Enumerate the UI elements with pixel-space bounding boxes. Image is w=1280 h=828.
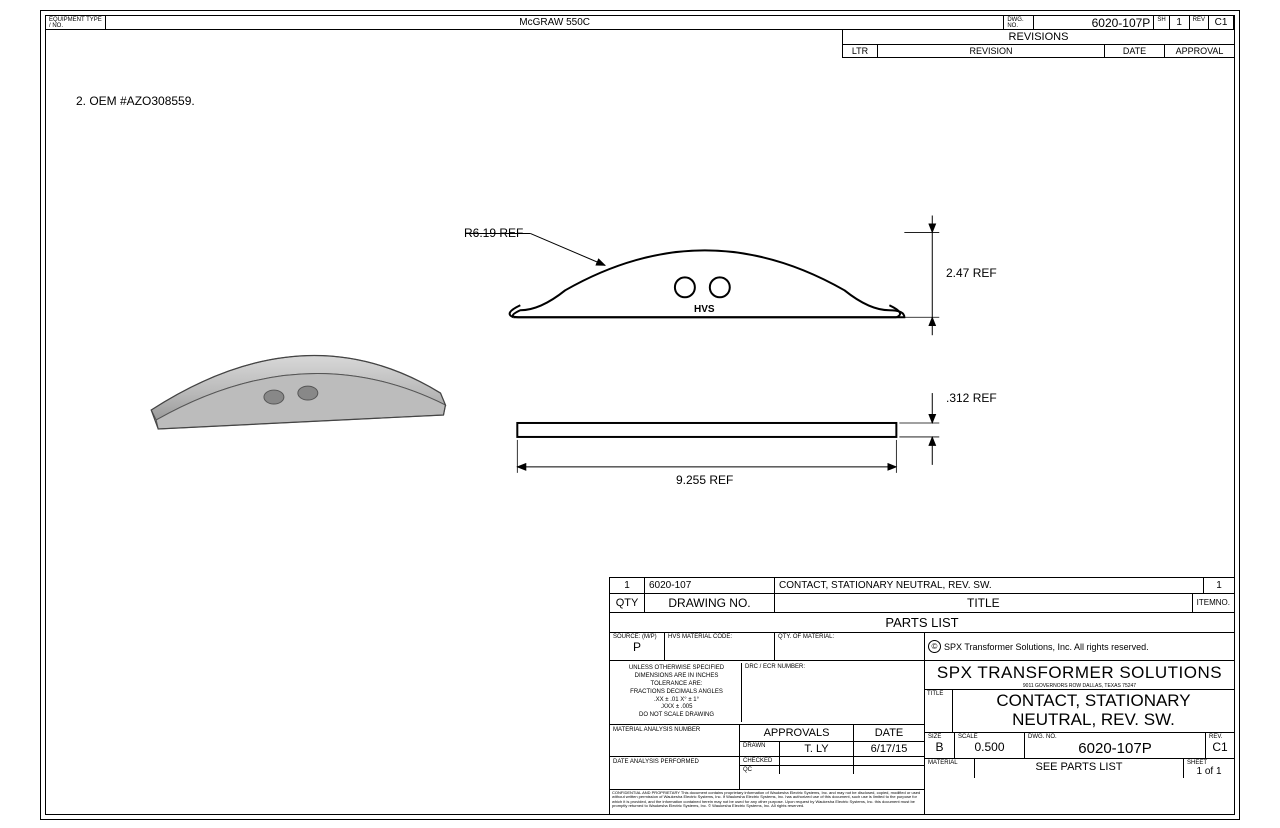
tolerance-box: UNLESS OTHERWISE SPECIFIED DIMENSIONS AR…: [612, 663, 742, 722]
qc-label: QC: [740, 766, 780, 774]
title-block-right-col: SPX TRANSFORMER SOLUTIONS 9011 GOVERNORS…: [925, 661, 1234, 814]
approvals-header: APPROVALS: [740, 725, 854, 741]
height-dimension: [904, 216, 939, 336]
parts-list-header: QTY DRAWING NO. TITLE ITEMNO.: [610, 594, 1234, 613]
drawing-sheet-inner: EQUIPMENT TYPE / NO. McGRAW 550C DWG. NO…: [45, 15, 1235, 815]
material-row: MATERIAL SEE PARTS LIST SHEET1 of 1: [925, 759, 1234, 778]
drawing-id-row: SIZEB SCALE0.500 DWG. NO.6020-107P REV.C…: [925, 733, 1234, 759]
parts-drawing-no: 6020-107: [645, 578, 775, 594]
drawing-sheet-outer: EQUIPMENT TYPE / NO. McGRAW 550C DWG. NO…: [40, 10, 1240, 820]
date-analysis-label: DATE ANALYSIS PERFORMED: [610, 757, 740, 789]
drawn-name: T. LY: [780, 742, 854, 756]
sheet-cell: SHEET1 of 1: [1184, 759, 1234, 778]
parts-list-row: 1 6020-107 CONTACT, STATIONARY NEUTRAL, …: [610, 578, 1234, 594]
proprietary-notice: CONFIDENTIAL AND PROPRIETARY This docume…: [610, 790, 925, 814]
approvals-date-header: DATE: [854, 725, 924, 741]
material-label: MATERIAL: [925, 759, 975, 778]
drc-ecr-box: DRC / ECR NUMBER:: [742, 663, 922, 722]
material-analysis-label: MATERIAL ANALYSIS NUMBER: [610, 725, 740, 756]
width-dimension: [517, 440, 896, 473]
drawing-title: TITLE CONTACT, STATIONARYNEUTRAL, REV. S…: [925, 690, 1234, 732]
checked-label: CHECKED: [740, 757, 780, 765]
source-row: SOURCE: (M/P) P HVS MATERIAL CODE: QTY. …: [610, 633, 1234, 661]
hvs-marking: HVS: [694, 304, 715, 315]
thickness-dim-text: .312 REF: [946, 391, 997, 405]
side-view: [517, 423, 896, 437]
parts-header-title: TITLE: [775, 594, 1193, 613]
company-name: SPX TRANSFORMER SOLUTIONS: [925, 663, 1234, 683]
dwg-no-cell: DWG. NO.6020-107P: [1025, 733, 1206, 758]
company-address: 9011 GOVERNORS ROW DALLAS, TEXAS 75247: [925, 683, 1234, 689]
material-approvals-row: MATERIAL ANALYSIS NUMBER APPROVALS DATE …: [610, 725, 925, 757]
parts-qty: 1: [610, 578, 645, 594]
qty-of-material: QTY. OF MATERIAL:: [775, 633, 925, 660]
title-block-left-col: UNLESS OTHERWISE SPECIFIED DIMENSIONS AR…: [610, 661, 925, 814]
company-header: SPX TRANSFORMER SOLUTIONS 9011 GOVERNORS…: [925, 661, 1234, 690]
title-value: CONTACT, STATIONARYNEUTRAL, REV. SW.: [953, 690, 1234, 731]
parts-header-item-no: ITEMNO.: [1193, 594, 1234, 613]
size-cell: SIZEB: [925, 733, 955, 758]
approvals-grid: APPROVALS DATE DRAWN T. LY 6/17/15: [740, 725, 924, 756]
source-cell: SOURCE: (M/P) P: [610, 633, 665, 660]
parts-item-no: 1: [1204, 578, 1234, 594]
tolerance-drc-row: UNLESS OTHERWISE SPECIFIED DIMENSIONS AR…: [610, 661, 925, 725]
material-value: SEE PARTS LIST: [975, 759, 1184, 778]
title-label: TITLE: [925, 690, 953, 731]
copyright-notice: SPX Transformer Solutions, Inc. All righ…: [925, 633, 1234, 660]
drawn-label: DRAWN: [740, 742, 780, 756]
parts-title: CONTACT, STATIONARY NEUTRAL, REV. SW.: [775, 578, 1204, 594]
parts-list-title: PARTS LIST: [610, 613, 1234, 633]
hvs-material-code: HVS MATERIAL CODE:: [665, 633, 775, 660]
title-block-lower: UNLESS OTHERWISE SPECIFIED DIMENSIONS AR…: [610, 661, 1234, 814]
source-value: P: [613, 640, 661, 654]
thickness-dimension: [899, 393, 939, 465]
drawn-date: 6/17/15: [854, 742, 924, 756]
isometric-view: [151, 356, 445, 429]
date-analysis-row: DATE ANALYSIS PERFORMED CHECKED QC: [610, 757, 925, 790]
parts-header-drawing-no: DRAWING NO.: [645, 594, 775, 613]
rev-cell: REV.C1: [1206, 733, 1234, 758]
radius-dim-text: R6.19 REF: [464, 226, 523, 240]
height-dim-text: 2.47 REF: [946, 266, 997, 280]
title-block: 1 6020-107 CONTACT, STATIONARY NEUTRAL, …: [609, 577, 1234, 814]
scale-cell: SCALE0.500: [955, 733, 1025, 758]
width-dim-text: 9.255 REF: [676, 473, 733, 487]
parts-header-qty: QTY: [610, 594, 645, 613]
